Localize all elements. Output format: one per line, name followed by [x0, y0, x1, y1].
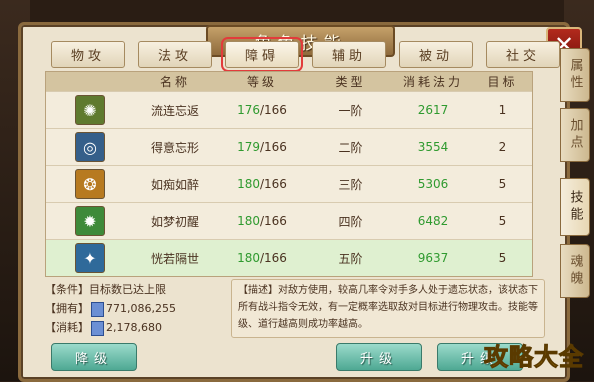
currency-icon: [91, 301, 104, 317]
upgrade-button[interactable]: 升级: [336, 343, 422, 371]
skill-type: 四阶: [338, 214, 363, 229]
skill-type: 一阶: [338, 103, 363, 118]
table-row[interactable]: ◎ 得意忘形 179/166 二阶 3554 2: [46, 128, 532, 165]
tab-passive[interactable]: 被动: [399, 41, 473, 68]
watermark-logo: 攻略大全: [484, 343, 584, 372]
side-tab-attributes[interactable]: 属性: [560, 48, 590, 102]
skill-cost: 9637: [417, 251, 449, 265]
skill-table: 名称 等级 类型 消耗法力 目标 ✺ 流连忘返 176/166 一阶 2617 …: [45, 71, 533, 277]
cost-value: 2,178,680: [106, 321, 162, 334]
skill-info: 【条件】目标数已达上限 【拥有】 771,086,255 【消耗】 2,178,68…: [45, 280, 227, 337]
skill-type: 二阶: [338, 140, 363, 155]
downgrade-button[interactable]: 降级: [51, 343, 137, 371]
currency-icon: [91, 320, 104, 336]
tab-obstacle[interactable]: 障碍: [221, 37, 303, 72]
skill-category-tabs: 物攻 法攻 障碍 辅助 被动 社交: [51, 37, 560, 72]
side-tab-points[interactable]: 加点: [560, 108, 590, 162]
header-type: 类型: [335, 75, 366, 89]
header-target: 目标: [487, 75, 518, 89]
skill-level: 180/166: [237, 177, 287, 191]
header-name: 名称: [159, 75, 190, 89]
owned-row: 【拥有】 771,086,255: [45, 301, 176, 317]
skill-name: 恍若隔世: [150, 251, 199, 266]
skill-type: 五阶: [338, 251, 363, 266]
header-level: 等级: [246, 75, 277, 89]
spiral-skill-icon: ✺: [75, 95, 105, 125]
skill-name: 流连忘返: [150, 103, 199, 118]
skill-cost: 3554: [417, 140, 449, 154]
skill-cost: 6482: [417, 214, 449, 228]
skill-name: 如梦初醒: [150, 214, 199, 229]
tab-physical-attack[interactable]: 物攻: [51, 41, 125, 68]
skill-name: 如痴如醉: [150, 177, 199, 192]
skill-target: 1: [498, 103, 507, 117]
table-row[interactable]: ✦ 恍若隔世 180/166 五阶 9637 5: [46, 239, 532, 276]
table-row[interactable]: ✹ 如梦初醒 180/166 四阶 6482 5: [46, 202, 532, 239]
skill-level: 180/166: [237, 214, 287, 228]
skill-level: 176/166: [237, 103, 287, 117]
skill-type: 三阶: [338, 177, 363, 192]
skill-target: 5: [498, 177, 507, 191]
skill-level: 180/166: [237, 251, 287, 265]
skill-level: 179/166: [237, 140, 287, 154]
skill-window: 角色技能 ✕ 物攻 法攻 障碍 辅助 被动 社交 名称 等级 类型 消耗法力 目…: [18, 22, 582, 382]
emblem-skill-icon: ❂: [75, 169, 105, 199]
side-tab-skills[interactable]: 技能: [560, 178, 590, 236]
table-header: 名称 等级 类型 消耗法力 目标: [46, 72, 532, 91]
star-skill-icon: ✦: [75, 243, 105, 273]
skill-cost: 2617: [417, 103, 449, 117]
swirl-skill-icon: ◎: [75, 132, 105, 162]
table-row[interactable]: ✺ 流连忘返 176/166 一阶 2617 1: [46, 91, 532, 128]
table-row[interactable]: ❂ 如痴如醉 180/166 三阶 5306 5: [46, 165, 532, 202]
skill-target: 5: [498, 214, 507, 228]
burst-skill-icon: ✹: [75, 206, 105, 236]
tab-support[interactable]: 辅助: [312, 41, 386, 68]
skill-target: 2: [498, 140, 507, 154]
header-cost: 消耗法力: [402, 75, 463, 89]
tab-magic-attack[interactable]: 法攻: [138, 41, 212, 68]
skill-name: 得意忘形: [150, 140, 199, 155]
side-tab-soul[interactable]: 魂魄: [560, 244, 590, 298]
skill-target: 5: [498, 251, 507, 265]
tab-social[interactable]: 社交: [486, 41, 560, 68]
skill-description: 【描述】对敌方使用，较高几率令对手多人处于遗忘状态，该状态下所有战斗指令无效，有…: [231, 279, 545, 338]
condition-text: 【条件】目标数已达上限: [45, 283, 166, 296]
cost-row: 【消耗】 2,178,680: [45, 320, 162, 336]
skill-cost: 5306: [417, 177, 449, 191]
owned-value: 771,086,255: [106, 302, 176, 315]
